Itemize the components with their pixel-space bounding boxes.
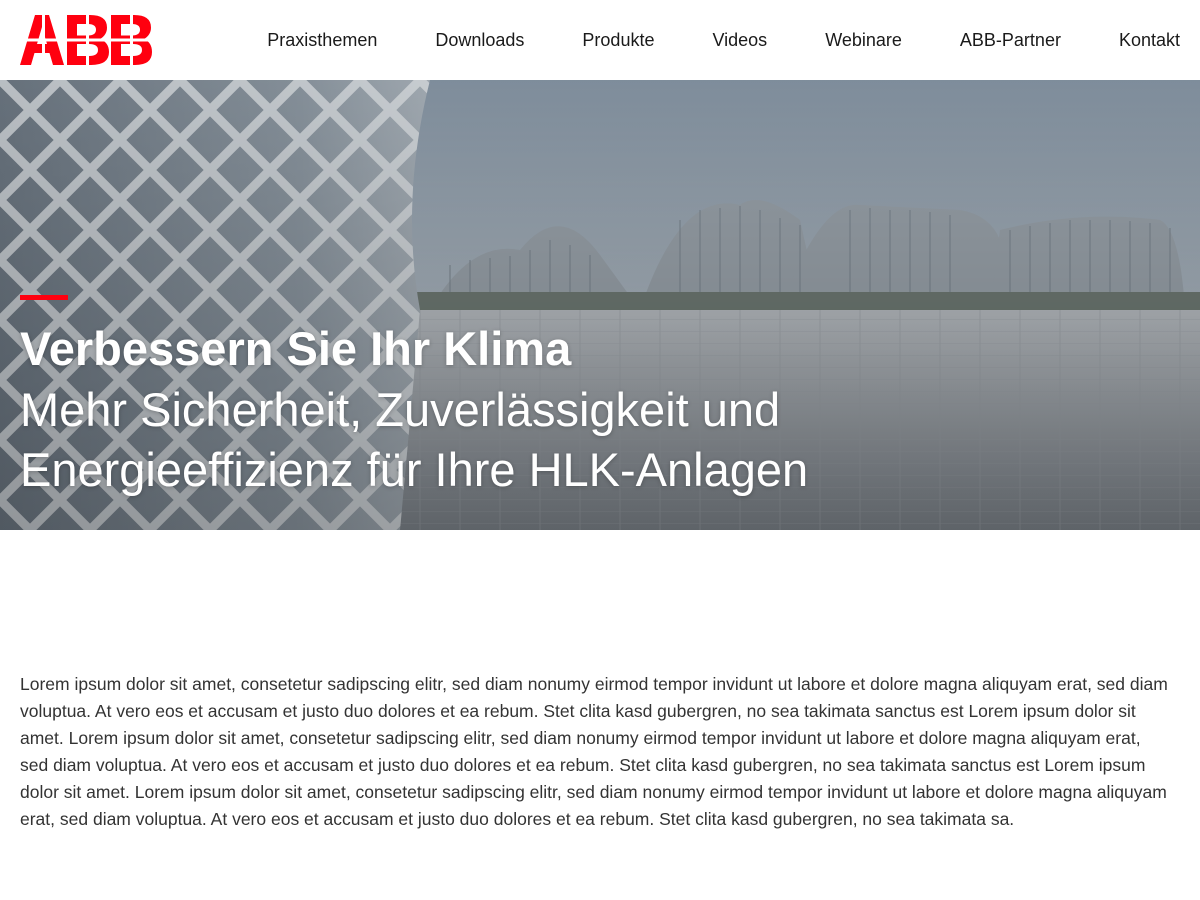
nav-item-abb-partner[interactable]: ABB-Partner — [960, 30, 1061, 51]
nav-item-downloads[interactable]: Downloads — [435, 30, 524, 51]
abb-logo[interactable] — [20, 15, 152, 65]
hero-subtitle: Mehr Sicherheit, Zuverlässigkeit und Ene… — [20, 380, 920, 500]
nav-item-kontakt[interactable]: Kontakt — [1119, 30, 1180, 51]
nav-item-webinare[interactable]: Webinare — [825, 30, 902, 51]
hero-title: Verbessern Sie Ihr Klima — [20, 322, 572, 375]
hero-subtitle-line-1: Mehr Sicherheit, Zuverlässigkeit und — [20, 383, 781, 436]
nav-item-produkte[interactable]: Produkte — [582, 30, 654, 51]
hero-subtitle-line-2: Energieeffizienz für Ihre HLK-Anlagen — [20, 443, 809, 496]
intro-paragraph: Lorem ipsum dolor sit amet, consetetur s… — [20, 674, 1168, 829]
hero-accent-bar — [20, 295, 68, 300]
main-navigation: Praxisthemen Downloads Produkte Videos W… — [267, 0, 1180, 80]
nav-item-videos[interactable]: Videos — [712, 30, 767, 51]
hero-banner: Verbessern Sie Ihr Klima Mehr Sicherheit… — [0, 80, 1200, 530]
nav-item-praxisthemen[interactable]: Praxisthemen — [267, 30, 377, 51]
site-header: Praxisthemen Downloads Produkte Videos W… — [0, 0, 1200, 80]
